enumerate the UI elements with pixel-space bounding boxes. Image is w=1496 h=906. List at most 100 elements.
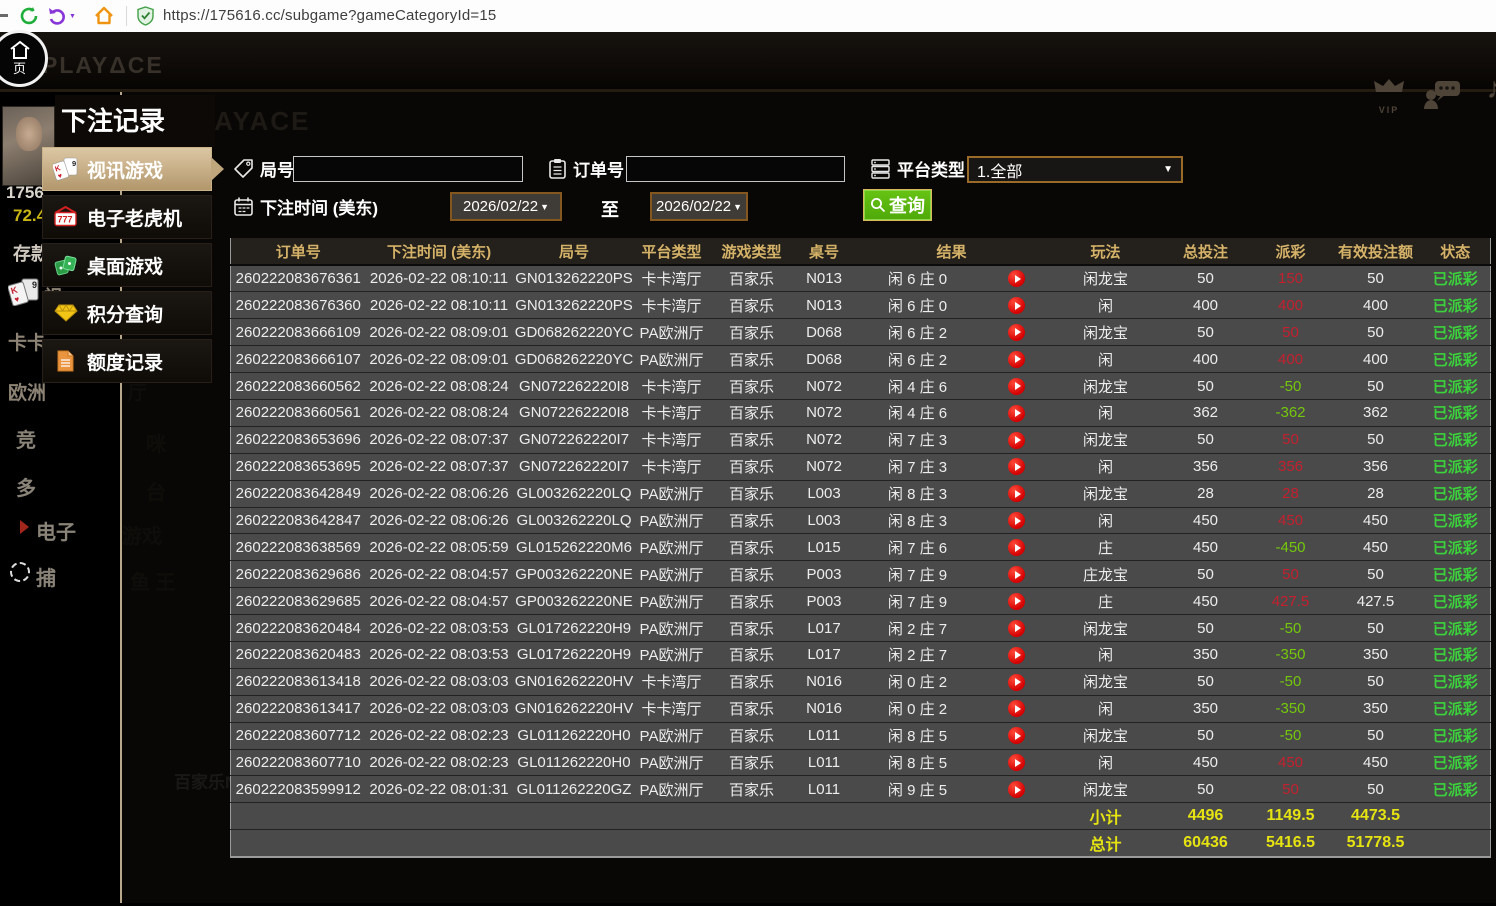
replay-play-button[interactable]: [1008, 404, 1025, 422]
replay-cell: [982, 372, 1051, 400]
column-header: 派彩: [1250, 238, 1331, 266]
order-no: 260222083642849: [230, 479, 366, 508]
date-from-picker[interactable]: 2026/02/22 ▼: [450, 192, 562, 221]
order-no: 260222083653696: [230, 425, 366, 454]
total-bet: 50: [1160, 425, 1251, 454]
table-no: P003: [795, 560, 853, 589]
music-button[interactable]: ♪: [1474, 72, 1496, 106]
valid-bet: 356: [1330, 452, 1421, 481]
sidebar-item-slots[interactable]: 777 电子老虎机: [42, 195, 212, 239]
replay-play-button[interactable]: [1008, 297, 1025, 315]
replay-play-button[interactable]: [1008, 619, 1025, 637]
replay-play-button[interactable]: [1008, 270, 1025, 288]
status-badge: 已派彩: [1420, 640, 1491, 669]
undo-dropdown-caret[interactable]: ▼: [69, 13, 76, 20]
order-no-input[interactable]: [626, 156, 845, 182]
sidebar-item-points-query[interactable]: 积分查询: [42, 291, 212, 335]
replay-play-button[interactable]: [1008, 431, 1025, 449]
status-badge: 已派彩: [1420, 318, 1491, 347]
total-bet: 50: [1160, 721, 1251, 750]
result: 闲 0 庄 2: [852, 667, 983, 696]
bet-time-filter-label: 下注时间 (美东): [233, 194, 378, 219]
result: 闲 6 庄 2: [852, 345, 983, 374]
replay-play-button[interactable]: [1008, 673, 1025, 691]
round-no-input[interactable]: [293, 156, 523, 182]
platform-type-select[interactable]: 1.全部 ▼: [967, 156, 1183, 183]
table-row: 260222083666107 2026-02-22 08:09:01 GD0682…: [230, 345, 1491, 374]
sidebar-item-table-games[interactable]: 桌面游戏: [42, 243, 212, 287]
chevron-down-icon: ▼: [1163, 164, 1173, 175]
result: 闲 4 庄 6: [852, 372, 983, 400]
replay-play-button[interactable]: [1008, 592, 1025, 610]
replay-play-button[interactable]: [1008, 512, 1025, 530]
replay-play-button[interactable]: [1008, 458, 1025, 476]
replay-play-button[interactable]: [1008, 485, 1025, 503]
undo-icon[interactable]: [48, 6, 66, 25]
replay-cell: [982, 748, 1051, 777]
replay-cell: [982, 614, 1051, 642]
game-type: 百家乐: [707, 506, 796, 535]
replay-play-button[interactable]: [1008, 727, 1025, 745]
summary-total-bet: 60436: [1160, 829, 1251, 858]
vip-label: VIP: [1378, 105, 1400, 115]
order-no-label: 订单号: [573, 161, 624, 180]
platform-type: PA欧洲厅: [635, 560, 708, 589]
summary-label: 小计: [1050, 802, 1161, 831]
round-no: GL017262220H9: [512, 640, 636, 669]
query-button-label: 查询: [889, 196, 925, 216]
payout: 400: [1250, 345, 1331, 374]
table-row: 260222083676360 2026-02-22 08:10:11 GN0132…: [230, 291, 1491, 320]
table-no: L003: [795, 479, 853, 508]
replay-play-button[interactable]: [1008, 539, 1025, 557]
payout: -450: [1250, 533, 1331, 562]
table-row: 260222083629686 2026-02-22 08:04:57 GP0032…: [230, 560, 1491, 589]
replay-play-button[interactable]: [1008, 781, 1025, 799]
payout: 427.5: [1250, 587, 1331, 616]
table-no: N072: [795, 425, 853, 454]
bet-type: 闲龙宝: [1050, 667, 1161, 696]
payout: 450: [1250, 506, 1331, 535]
address-bar[interactable]: https://175616.cc/subgame?gameCategoryId…: [163, 7, 496, 24]
payout: 50: [1250, 318, 1331, 347]
status-badge: 已派彩: [1420, 667, 1491, 696]
toolbar-divider: [126, 6, 127, 26]
valid-bet: 50: [1330, 318, 1421, 347]
replay-play-button[interactable]: [1008, 377, 1025, 395]
bet-time: 2026-02-22 08:03:03: [365, 694, 513, 723]
order-no: 260222083620483: [230, 640, 366, 669]
platform-type: 卡卡湾厅: [635, 372, 708, 400]
home-icon[interactable]: [94, 6, 114, 26]
chat-button[interactable]: [1422, 80, 1462, 115]
bet-time: 2026-02-22 08:07:37: [365, 452, 513, 481]
replay-play-button[interactable]: [1008, 323, 1025, 341]
order-no-filter-label: 订单号: [548, 156, 624, 181]
replay-cell: [982, 318, 1051, 347]
game-type: 百家乐: [707, 721, 796, 750]
date-to-picker[interactable]: 2026/02/22 ▼: [650, 192, 748, 221]
column-header: 订单号: [230, 238, 366, 266]
secure-shield-icon[interactable]: [137, 6, 154, 26]
sidebar-item-quota-records[interactable]: 额度记录: [42, 339, 212, 383]
sidebar-item-video-games[interactable]: 9 K ♥ 视讯游戏: [42, 147, 224, 191]
valid-bet: 450: [1330, 506, 1421, 535]
game-type: 百家乐: [707, 291, 796, 320]
replay-play-button[interactable]: [1008, 566, 1025, 583]
vip-button[interactable]: VIP: [1372, 78, 1406, 118]
status-badge: 已派彩: [1420, 614, 1491, 642]
column-header: 下注时间 (美东): [365, 238, 513, 266]
replay-play-button[interactable]: [1008, 350, 1025, 368]
query-button[interactable]: 查询: [863, 189, 932, 221]
round-no: GD068262220YC: [512, 318, 636, 347]
round-no: GL017262220H9: [512, 614, 636, 642]
bet-time: 2026-02-22 08:08:24: [365, 398, 513, 427]
replay-play-button[interactable]: [1008, 646, 1025, 664]
replay-play-button[interactable]: [1008, 700, 1025, 718]
payout: -50: [1250, 721, 1331, 750]
table-no: L003: [795, 506, 853, 535]
replay-play-button[interactable]: [1008, 754, 1025, 772]
bet-time: 2026-02-22 08:06:26: [365, 479, 513, 508]
platform-type: 卡卡湾厅: [635, 694, 708, 723]
round-no: GN072262220I7: [512, 452, 636, 481]
platform-type: PA欧洲厅: [635, 506, 708, 535]
refresh-icon[interactable]: [20, 6, 39, 26]
